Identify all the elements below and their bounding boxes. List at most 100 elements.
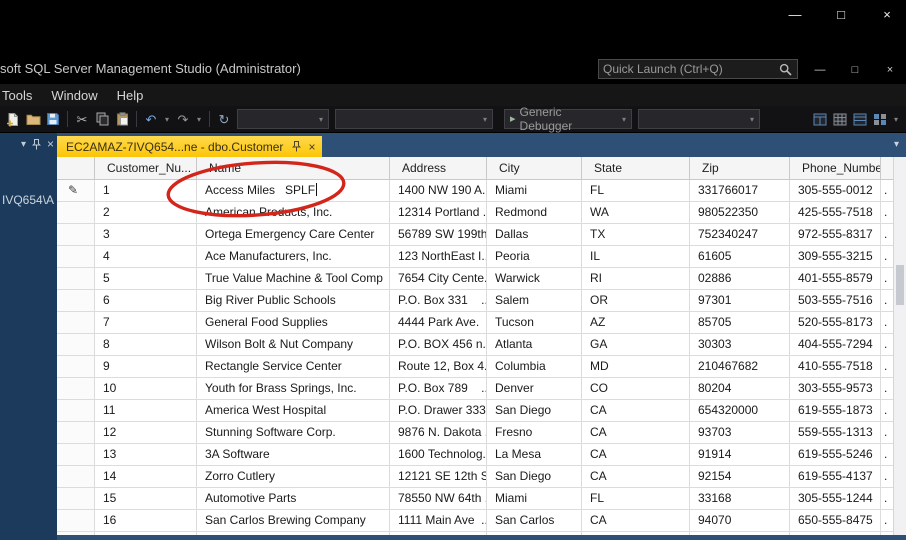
cell-name[interactable]: American Products, Inc. <box>197 202 390 224</box>
app-maximize-button[interactable]: □ <box>843 60 867 80</box>
outer-minimize-button[interactable]: — <box>780 2 810 26</box>
row-selector[interactable]: ✎ <box>57 180 95 202</box>
menu-tools[interactable]: Tools <box>0 88 40 103</box>
row-selector[interactable]: ✎ <box>57 268 95 290</box>
cell-phone[interactable]: 425-555-7518 <box>790 202 881 224</box>
cell-customer-number[interactable]: 8 <box>95 334 197 356</box>
column-header-phone-number[interactable]: Phone_Number <box>790 157 881 180</box>
undo-dropdown[interactable]: ▾ <box>161 108 173 130</box>
cell-city[interactable]: La Mesa <box>487 444 582 466</box>
row-selector[interactable]: ✎ <box>57 356 95 378</box>
cell-address[interactable]: 123 NorthEast I... <box>390 246 487 268</box>
cell-address[interactable]: P.O. Box 789 ... <box>390 378 487 400</box>
cell-state[interactable]: RI <box>582 268 690 290</box>
cell-zip[interactable]: 30303 <box>690 334 790 356</box>
toolbar-combobox-1[interactable]: ▾ <box>237 109 329 129</box>
cell-state[interactable]: AZ <box>582 312 690 334</box>
cell-address[interactable]: 1400 NW 190 A... <box>390 180 487 202</box>
cell-zip[interactable]: 91914 <box>690 444 790 466</box>
cell-next-column-sliver[interactable]: . <box>881 378 893 400</box>
cell-phone[interactable]: 559-555-1313 <box>790 422 881 444</box>
cell-customer-number[interactable]: 16 <box>95 510 197 532</box>
cell-phone[interactable]: 619-555-4137 <box>790 466 881 488</box>
cell-name[interactable]: Ortega Emergency Care Center <box>197 224 390 246</box>
cell-name[interactable]: Big River Public Schools <box>197 290 390 312</box>
layout-grid-button[interactable] <box>870 108 890 130</box>
cell-name[interactable]: America West Hospital <box>197 400 390 422</box>
cell-zip[interactable]: 97301 <box>690 290 790 312</box>
cell-next-column-sliver[interactable]: . <box>881 202 893 224</box>
scrollbar-thumb[interactable] <box>896 265 904 305</box>
row-selector[interactable]: ✎ <box>57 312 95 334</box>
cell-zip[interactable]: 94070 <box>690 510 790 532</box>
cell-address[interactable]: 1600 Technolog... <box>390 444 487 466</box>
cell-state[interactable]: MD <box>582 356 690 378</box>
column-header-zip[interactable]: Zip <box>690 157 790 180</box>
outer-close-button[interactable]: × <box>872 2 902 26</box>
cell-next-column-sliver[interactable]: . <box>881 400 893 422</box>
cell-customer-number[interactable]: 2 <box>95 202 197 224</box>
column-header-address[interactable]: Address <box>390 157 487 180</box>
cell-next-column-sliver[interactable]: . <box>881 290 893 312</box>
cell-address[interactable]: P.O. Drawer 333... <box>390 400 487 422</box>
cell-name[interactable]: Stunning Software Corp. <box>197 422 390 444</box>
cell-state[interactable]: CA <box>582 510 690 532</box>
cell-state[interactable]: CA <box>582 466 690 488</box>
row-selector[interactable]: ✎ <box>57 334 95 356</box>
cell-zip[interactable]: 93703 <box>690 422 790 444</box>
redo-dropdown[interactable]: ▾ <box>193 108 205 130</box>
save-button[interactable] <box>43 108 63 130</box>
cell-next-column-sliver[interactable]: . <box>881 466 893 488</box>
quick-launch[interactable] <box>598 59 798 79</box>
row-selector[interactable]: ✎ <box>57 444 95 466</box>
cell-state[interactable]: FL <box>582 180 690 202</box>
cell-customer-number[interactable]: 12 <box>95 422 197 444</box>
cell-city[interactable]: San Diego <box>487 400 582 422</box>
debugger-combobox[interactable]: ▸ Generic Debugger ▾ <box>504 109 632 129</box>
cell-name[interactable]: Rectangle Service Center <box>197 356 390 378</box>
cell-city[interactable]: Denver <box>487 378 582 400</box>
cell-city[interactable]: Warwick <box>487 268 582 290</box>
cell-name[interactable]: True Value Machine & Tool Comp <box>197 268 390 290</box>
cell-customer-number[interactable]: 13 <box>95 444 197 466</box>
cell-city[interactable]: Fresno <box>487 422 582 444</box>
cell-state[interactable]: TX <box>582 224 690 246</box>
cell-state[interactable]: CO <box>582 378 690 400</box>
cell-customer-number[interactable]: 10 <box>95 378 197 400</box>
cut-button[interactable]: ✂ <box>72 108 92 130</box>
cell-address[interactable]: 56789 SW 199th... <box>390 224 487 246</box>
tab-dbo-customer[interactable]: EC2AMAZ-7IVQ654...ne - dbo.Customer × <box>57 136 322 157</box>
column-header-customer-nu[interactable]: Customer_Nu... <box>95 157 197 180</box>
cell-address[interactable]: 1111 Main Ave ... <box>390 510 487 532</box>
paste-button[interactable] <box>112 108 132 130</box>
cell-address[interactable]: 7654 City Cente... <box>390 268 487 290</box>
cell-zip[interactable]: 980522350 <box>690 202 790 224</box>
cell-zip[interactable]: 752340247 <box>690 224 790 246</box>
cell-phone[interactable]: 619-555-1873 <box>790 400 881 422</box>
pin-icon[interactable] <box>32 139 41 150</box>
cell-state[interactable]: WA <box>582 202 690 224</box>
cell-phone[interactable]: 619-555-5246 <box>790 444 881 466</box>
cell-next-column-sliver[interactable]: . <box>881 246 893 268</box>
cell-customer-number[interactable]: 5 <box>95 268 197 290</box>
row-selector[interactable]: ✎ <box>57 488 95 510</box>
cell-next-column-sliver[interactable]: . <box>881 510 893 532</box>
cell-phone[interactable]: 520-555-8173 <box>790 312 881 334</box>
cell-next-column-sliver[interactable]: . <box>881 312 893 334</box>
cell-name[interactable]: Zorro Cutlery <box>197 466 390 488</box>
pane-close-button[interactable]: × <box>47 137 54 151</box>
cell-phone[interactable]: 650-555-8475 <box>790 510 881 532</box>
table-view-button[interactable] <box>850 108 870 130</box>
cell-state[interactable]: GA <box>582 334 690 356</box>
cell-name[interactable]: Automotive Parts <box>197 488 390 510</box>
cell-customer-number[interactable]: 6 <box>95 290 197 312</box>
cell-zip[interactable]: 61605 <box>690 246 790 268</box>
cell-zip[interactable]: 02886 <box>690 268 790 290</box>
cell-city[interactable]: Redmond <box>487 202 582 224</box>
row-selector[interactable]: ✎ <box>57 510 95 532</box>
cell-address[interactable]: 12121 SE 12th S... <box>390 466 487 488</box>
cell-city[interactable]: San Diego <box>487 466 582 488</box>
vertical-scrollbar[interactable] <box>893 157 906 535</box>
toolbar-combobox-3[interactable]: ▾ <box>638 109 760 129</box>
cell-state[interactable]: CA <box>582 400 690 422</box>
